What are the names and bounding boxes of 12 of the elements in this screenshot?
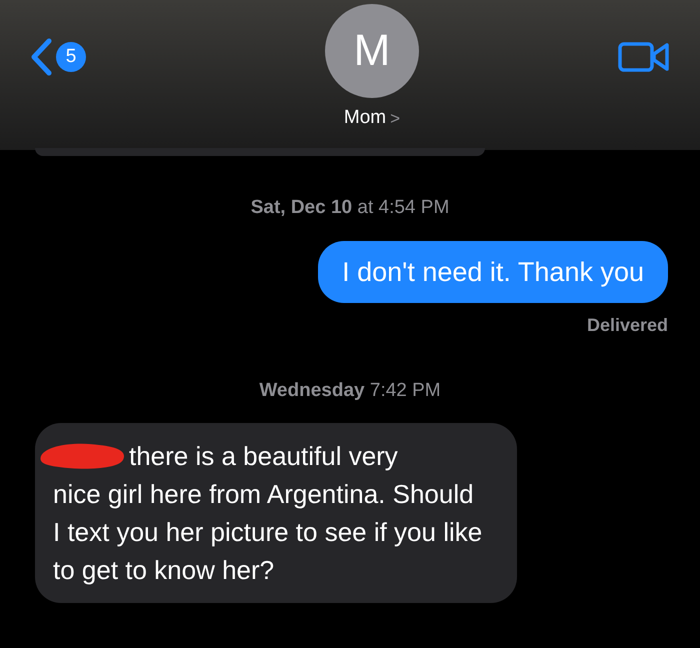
message-text: nice girl here from Argentina. Should I text you her picture to see if you like to get to know her?: [53, 478, 483, 587]
back-button[interactable]: 5: [30, 38, 86, 76]
back-chevron-icon: [30, 38, 52, 76]
video-camera-icon[interactable]: [618, 40, 670, 74]
message-text: there is a beautiful very: [129, 440, 398, 473]
message-bubble: I don't need it. Thank you: [318, 240, 668, 302]
contact-avatar[interactable]: M: [325, 4, 419, 98]
delivery-status: Delivered: [586, 314, 668, 336]
timestamp: Sat, Dec 10 at 4:54 PM: [250, 196, 450, 220]
timestamp: Wednesday 7:42 PM: [259, 378, 441, 402]
unread-badge: 5: [56, 42, 86, 72]
contact-name[interactable]: Mom >: [344, 104, 400, 132]
